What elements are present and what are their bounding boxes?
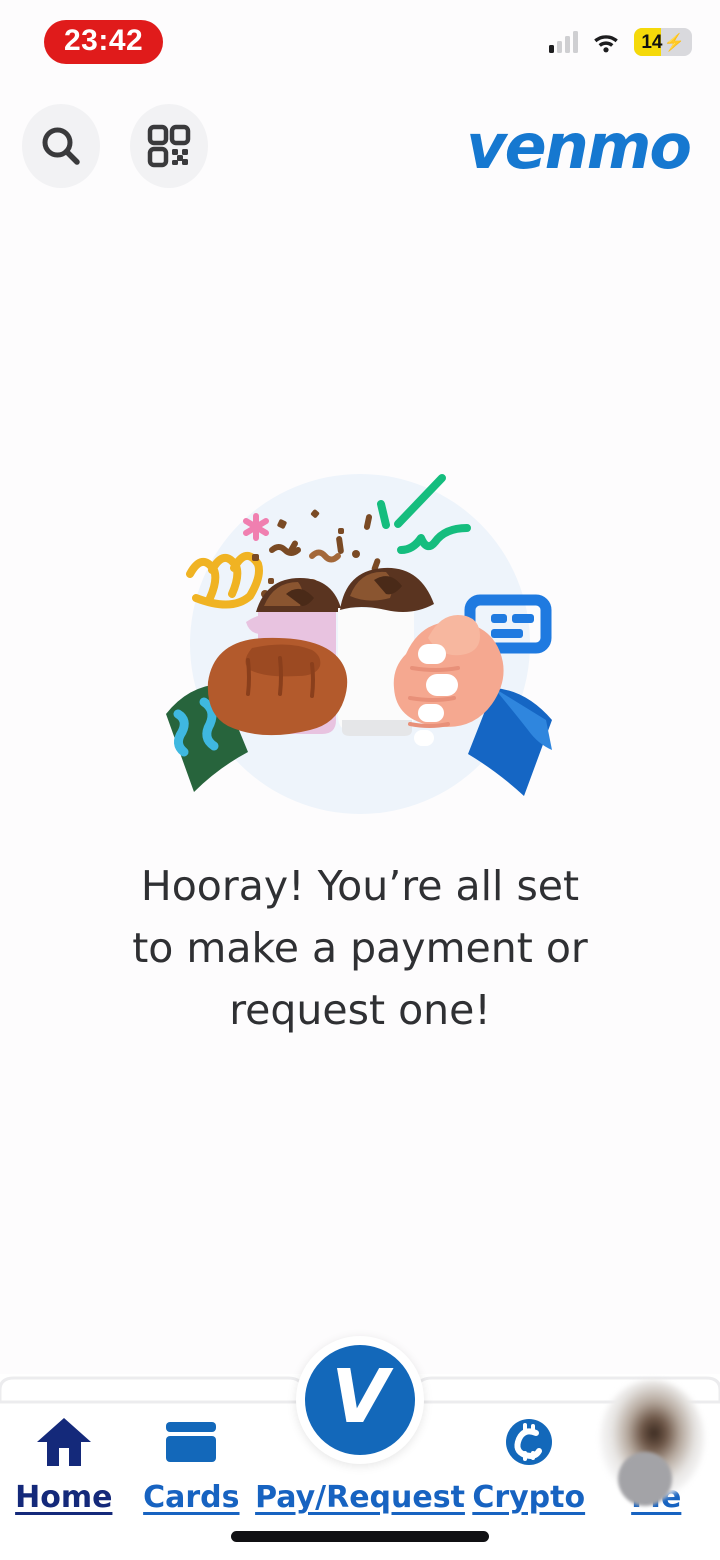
nav-label-pay-request: Pay/Request	[255, 1480, 465, 1515]
illustration-container	[0, 462, 720, 817]
battery-level: 14	[641, 31, 663, 53]
nav-item-crypto[interactable]: Crypto	[465, 1402, 593, 1515]
nav-item-home[interactable]: Home	[0, 1402, 128, 1515]
fist-bump-coffee-cups-illustration	[166, 474, 552, 814]
status-time: 23:42	[44, 20, 164, 64]
avatar[interactable]	[600, 1380, 710, 1506]
qr-code-button[interactable]	[130, 104, 208, 188]
search-button[interactable]	[22, 104, 100, 188]
home-icon	[35, 1414, 93, 1470]
avatar-status-dot-icon	[618, 1452, 672, 1506]
headline-line-1: Hooray! You’re all set	[140, 862, 580, 910]
venmo-v-icon: V	[331, 1354, 389, 1440]
venmo-wordmark: venmo	[466, 110, 692, 183]
headline-line-3: request one!	[229, 986, 491, 1034]
pay-request-button[interactable]: V	[296, 1336, 424, 1464]
home-indicator	[231, 1531, 489, 1542]
status-indicators: 14 ⚡	[549, 28, 692, 56]
battery-indicator: 14 ⚡	[634, 28, 692, 56]
search-icon	[42, 127, 80, 165]
cellular-signal-icon	[549, 31, 578, 53]
status-bar: 23:42 14 ⚡	[0, 0, 720, 80]
nav-label-crypto: Crypto	[472, 1480, 586, 1515]
wifi-icon	[594, 35, 618, 53]
credit-card-icon	[163, 1414, 219, 1470]
headline-line-2: to make a payment or	[132, 924, 588, 972]
charging-bolt-icon: ⚡	[663, 32, 685, 52]
qr-code-icon	[147, 124, 191, 168]
app-header: venmo	[0, 104, 720, 190]
nav-label-home: Home	[15, 1480, 113, 1515]
page-headline: Hooray! You’re all set to make a payment…	[90, 855, 630, 1041]
crypto-coin-icon	[504, 1414, 554, 1470]
nav-item-cards[interactable]: Cards	[128, 1402, 256, 1515]
nav-label-cards: Cards	[143, 1480, 240, 1515]
venmo-app-screen: 23:42 14 ⚡ venmo Hooray! You’re all set …	[0, 0, 720, 1560]
bottom-navigation-bar: Home Cards Pay/Request Crypto V	[0, 1336, 720, 1560]
